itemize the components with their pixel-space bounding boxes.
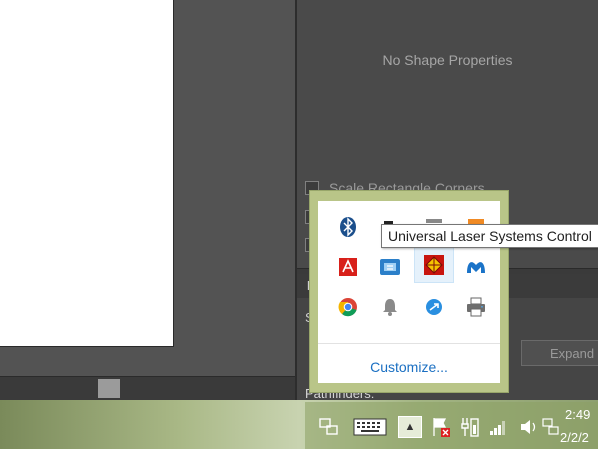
display-switch-icon[interactable] (318, 415, 340, 439)
adobe-icon[interactable] (328, 249, 368, 285)
clock-time[interactable]: 2:49 (565, 407, 590, 422)
canvas-area[interactable] (0, 0, 296, 376)
bluetooth-icon[interactable] (328, 209, 368, 245)
volume-icon[interactable] (519, 415, 539, 439)
overflow-icon-grid (318, 201, 500, 331)
malwarebytes-icon[interactable] (456, 249, 496, 285)
popup-separator (318, 343, 500, 344)
notification-bell-icon[interactable] (370, 289, 410, 325)
no-shape-properties-text: No Shape Properties (382, 52, 513, 68)
keyboard-icon[interactable] (352, 415, 388, 439)
chrome-icon[interactable] (328, 289, 368, 325)
horizontal-scrollbar[interactable] (0, 376, 296, 401)
customize-link[interactable]: Customize... (318, 359, 500, 375)
show-hidden-icons-button[interactable]: ▲ (398, 416, 422, 438)
expand-button[interactable]: Expand (521, 340, 598, 366)
network-display-icon[interactable] (541, 415, 561, 439)
universal-laser-icon[interactable] (414, 247, 454, 283)
clock-date[interactable]: 2/2/2 (560, 430, 589, 445)
battery-power-icon[interactable] (460, 415, 480, 439)
scrollbar-thumb[interactable] (98, 379, 120, 398)
printer-icon[interactable] (456, 289, 496, 325)
tooltip: Universal Laser Systems Control (381, 224, 598, 248)
notification-overflow-popup: Customize... (310, 191, 508, 392)
action-center-flag-icon[interactable] (430, 415, 452, 439)
network-icon[interactable] (370, 249, 410, 285)
artboard[interactable] (0, 0, 174, 347)
wifi-signal-icon[interactable] (488, 415, 508, 439)
dropbox-icon[interactable] (414, 289, 454, 325)
